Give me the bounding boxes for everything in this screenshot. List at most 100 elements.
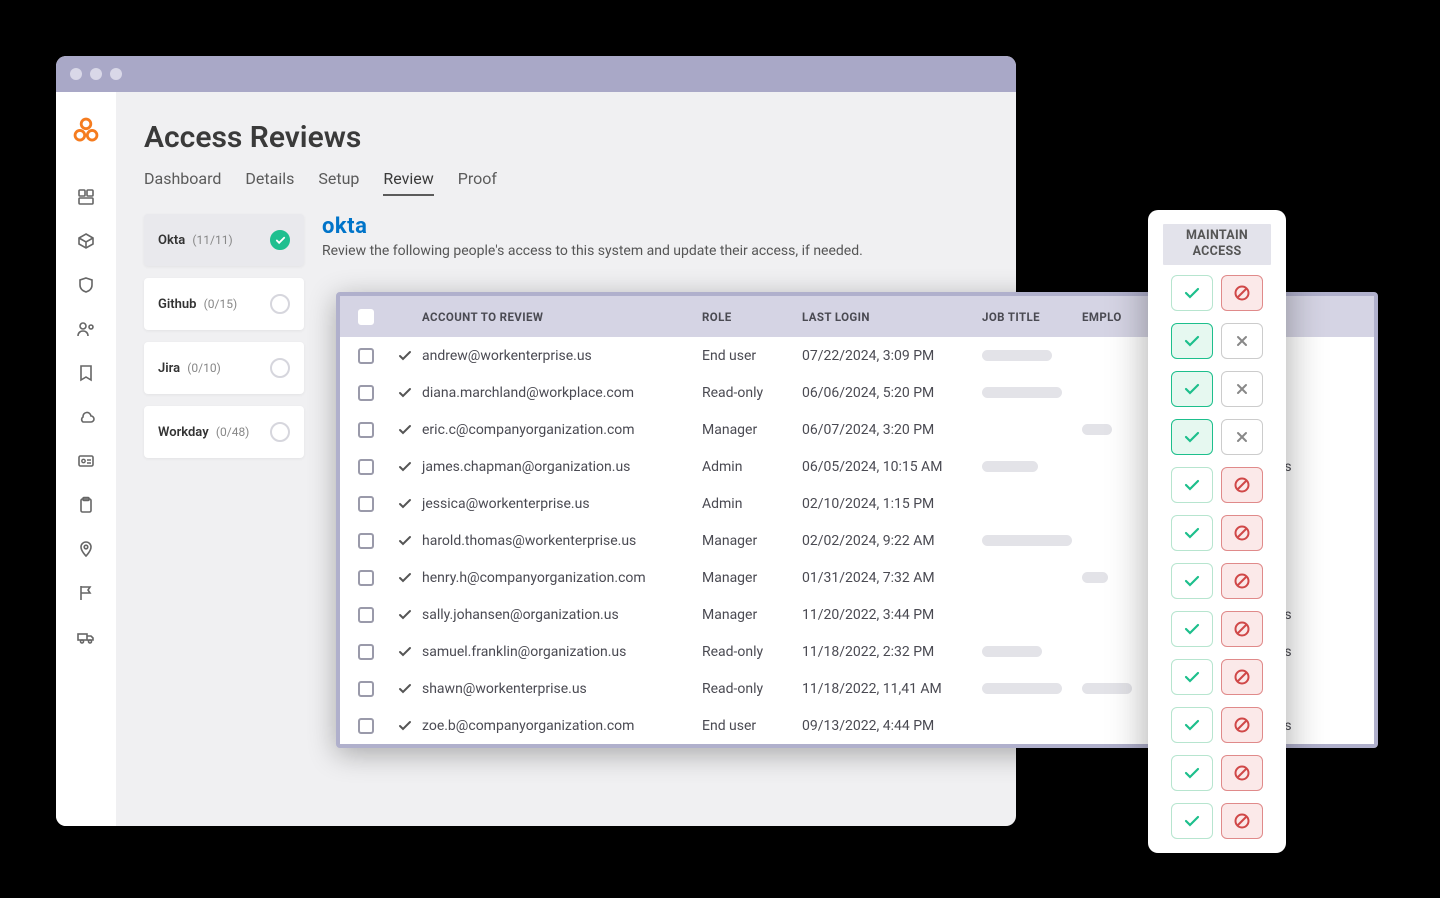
revoke-button[interactable]: [1221, 755, 1263, 791]
revoke-button[interactable]: [1221, 611, 1263, 647]
flag-icon[interactable]: [77, 584, 95, 602]
truck-icon[interactable]: [77, 628, 95, 646]
status-icon: [270, 358, 290, 378]
approve-button[interactable]: [1171, 371, 1213, 407]
row-checkbox[interactable]: [358, 644, 374, 660]
cell-account: eric.c@companyorganization.com: [422, 422, 702, 438]
revoke-button[interactable]: [1221, 803, 1263, 839]
checkmark-icon: [398, 645, 412, 659]
approve-button[interactable]: [1171, 275, 1213, 311]
approve-button[interactable]: [1171, 515, 1213, 551]
row-checkbox[interactable]: [358, 422, 374, 438]
clipboard-icon[interactable]: [77, 496, 95, 514]
dismiss-button[interactable]: [1221, 323, 1263, 359]
cell-last-login: 06/05/2024, 10:15 AM: [802, 459, 982, 475]
revoke-button[interactable]: [1221, 275, 1263, 311]
checkmark-icon: [398, 608, 412, 622]
system-card-jira[interactable]: Jira (0/10): [144, 342, 304, 394]
cell-last-login: 01/31/2024, 7:32 AM: [802, 570, 982, 586]
cell-account: zoe.b@companyorganization.com: [422, 718, 702, 734]
integration-logo: okta: [322, 214, 988, 239]
revoke-button[interactable]: [1221, 467, 1263, 503]
revoke-button[interactable]: [1221, 515, 1263, 551]
maintain-row: [1171, 515, 1263, 551]
brand-logo: [72, 116, 100, 144]
tab-dashboard[interactable]: Dashboard: [144, 169, 221, 196]
row-checkbox[interactable]: [358, 607, 374, 623]
status-icon: [270, 422, 290, 442]
approve-button[interactable]: [1171, 611, 1213, 647]
col-last-login[interactable]: LAST LOGIN: [802, 310, 982, 324]
tab-proof[interactable]: Proof: [458, 169, 497, 196]
approve-button[interactable]: [1171, 803, 1213, 839]
approve-button[interactable]: [1171, 659, 1213, 695]
cell-account: sally.johansen@organization.us: [422, 607, 702, 623]
system-card-workday[interactable]: Workday (0/48): [144, 406, 304, 458]
cell-last-login: 11/20/2022, 3:44 PM: [802, 607, 982, 623]
cell-account: henry.h@companyorganization.com: [422, 570, 702, 586]
approve-button[interactable]: [1171, 323, 1213, 359]
approve-button[interactable]: [1171, 707, 1213, 743]
cell-account: diana.marchland@workplace.com: [422, 385, 702, 401]
window-dot: [90, 68, 102, 80]
checkmark-icon: [398, 719, 412, 733]
system-card-okta[interactable]: Okta (11/11): [144, 214, 304, 266]
system-card-github[interactable]: Github (0/15): [144, 278, 304, 330]
checkmark-icon: [398, 571, 412, 585]
tab-details[interactable]: Details: [245, 169, 294, 196]
cell-account: james.chapman@organization.us: [422, 459, 702, 475]
revoke-button[interactable]: [1221, 563, 1263, 599]
row-checkbox[interactable]: [358, 570, 374, 586]
cell-role: End user: [702, 718, 802, 734]
cloud-icon[interactable]: [77, 408, 95, 426]
revoke-button[interactable]: [1221, 707, 1263, 743]
cell-last-login: 11/18/2022, 2:32 PM: [802, 644, 982, 660]
dashboard-icon[interactable]: [77, 188, 95, 206]
cube-icon[interactable]: [77, 232, 95, 250]
row-checkbox[interactable]: [358, 718, 374, 734]
cell-account: jessica@workenterprise.us: [422, 496, 702, 512]
checkmark-icon: [398, 497, 412, 511]
col-job-title[interactable]: JOB TITLE: [982, 310, 1082, 324]
cell-role: Read-only: [702, 644, 802, 660]
row-checkbox[interactable]: [358, 496, 374, 512]
maintain-row: [1171, 467, 1263, 503]
col-role[interactable]: ROLE: [702, 310, 802, 324]
row-checkbox[interactable]: [358, 385, 374, 401]
approve-button[interactable]: [1171, 419, 1213, 455]
checkmark-icon: [398, 349, 412, 363]
cell-role: End user: [702, 348, 802, 364]
revoke-button[interactable]: [1221, 659, 1263, 695]
approve-button[interactable]: [1171, 563, 1213, 599]
users-icon[interactable]: [77, 320, 95, 338]
cell-last-login: 06/07/2024, 3:20 PM: [802, 422, 982, 438]
dismiss-button[interactable]: [1221, 419, 1263, 455]
col-account[interactable]: ACCOUNT TO REVIEW: [422, 310, 702, 324]
row-checkbox[interactable]: [358, 348, 374, 364]
approve-button[interactable]: [1171, 755, 1213, 791]
select-all-checkbox[interactable]: [358, 309, 374, 325]
id-card-icon[interactable]: [77, 452, 95, 470]
maintain-row: [1171, 659, 1263, 695]
checkmark-icon: [398, 534, 412, 548]
dismiss-button[interactable]: [1221, 371, 1263, 407]
checkmark-icon: [398, 386, 412, 400]
maintain-row: [1171, 275, 1263, 311]
shield-icon[interactable]: [77, 276, 95, 294]
cell-role: Read-only: [702, 681, 802, 697]
map-pin-icon[interactable]: [77, 540, 95, 558]
cell-role: Read-only: [702, 385, 802, 401]
row-checkbox[interactable]: [358, 459, 374, 475]
maintain-row: [1171, 419, 1263, 455]
cell-account: andrew@workenterprise.us: [422, 348, 702, 364]
maintain-row: [1171, 755, 1263, 791]
status-icon: [270, 294, 290, 314]
bookmark-icon[interactable]: [77, 364, 95, 382]
tab-setup[interactable]: Setup: [318, 169, 359, 196]
cell-role: Manager: [702, 607, 802, 623]
cell-job-title: [982, 387, 1082, 398]
approve-button[interactable]: [1171, 467, 1213, 503]
row-checkbox[interactable]: [358, 681, 374, 697]
tab-review[interactable]: Review: [383, 169, 433, 196]
row-checkbox[interactable]: [358, 533, 374, 549]
